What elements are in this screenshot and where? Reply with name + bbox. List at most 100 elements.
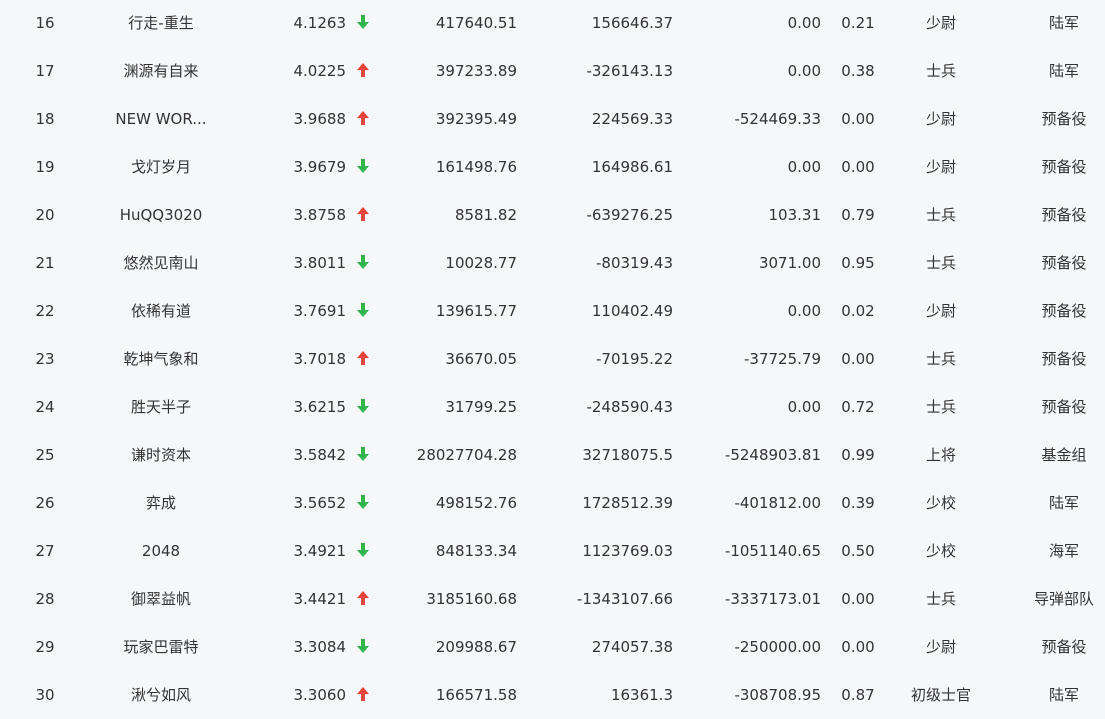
rank-cell: 26 [35, 494, 55, 512]
value-3-cell: 3071.00 [758, 254, 821, 272]
score-cell: 3.7018 [293, 350, 347, 368]
name-cell[interactable]: 渊源有自来 [90, 47, 232, 95]
branch-cell: 预备役 [1041, 206, 1087, 224]
name-cell[interactable]: 悠然见南山 [90, 239, 232, 287]
table-row[interactable]: 29 玩家巴雷特 3.3084 209988.67 274057.38 -250… [0, 623, 1105, 671]
score-cell: 3.3060 [293, 686, 347, 704]
value-3-cell: 0.00 [787, 14, 821, 32]
value-1-cell: 161498.76 [435, 158, 517, 176]
branch-cell: 预备役 [1041, 110, 1087, 128]
value-2-cell: -326143.13 [586, 62, 673, 80]
branch-cell: 基金组 [1041, 446, 1087, 464]
ranking-table: 16 行走-重生 4.1263 417640.51 156646.37 0.00… [0, 0, 1105, 719]
branch-cell: 陆军 [1048, 62, 1079, 80]
name-cell[interactable]: 御翠益帆 [90, 575, 232, 623]
name-cell[interactable]: 谦时资本 [90, 431, 232, 479]
military-rank-cell: 士兵 [925, 350, 956, 368]
arrow-down-icon [354, 383, 372, 431]
value-2-cell: 156646.37 [591, 14, 673, 32]
value-1-cell: 848133.34 [435, 542, 517, 560]
name-cell[interactable]: 依稀有道 [90, 287, 232, 335]
arrow-down-icon [354, 0, 372, 47]
value-3-cell: -37725.79 [744, 350, 821, 368]
table-row[interactable]: 17 渊源有自来 4.0225 397233.89 -326143.13 0.0… [0, 47, 1105, 95]
score-cell: 3.7691 [293, 302, 347, 320]
table-row[interactable]: 16 行走-重生 4.1263 417640.51 156646.37 0.00… [0, 0, 1105, 47]
value-1-cell: 28027704.28 [416, 446, 517, 464]
name-cell[interactable]: 戈灯岁月 [90, 143, 232, 191]
table-row[interactable]: 22 依稀有道 3.7691 139615.77 110402.49 0.00 … [0, 287, 1105, 335]
value-1-cell: 36670.05 [445, 350, 517, 368]
branch-cell: 导弹部队 [1033, 590, 1094, 608]
name-cell[interactable]: 行走-重生 [90, 0, 232, 47]
value-2-cell: -248590.43 [586, 398, 673, 416]
rank-cell: 24 [35, 398, 55, 416]
value-2-cell: 224569.33 [591, 110, 673, 128]
value-2-cell: 32718075.5 [582, 446, 673, 464]
name-cell[interactable]: NEW WOR... [90, 95, 232, 143]
military-rank-cell: 少校 [925, 542, 956, 560]
table-row[interactable]: 24 胜天半子 3.6215 31799.25 -248590.43 0.00 … [0, 383, 1105, 431]
value-2-cell: 164986.61 [591, 158, 673, 176]
branch-cell: 预备役 [1041, 302, 1087, 320]
branch-cell: 海军 [1048, 542, 1079, 560]
table-row[interactable]: 23 乾坤气象和 3.7018 36670.05 -70195.22 -3772… [0, 335, 1105, 383]
name-cell[interactable]: 弈成 [90, 479, 232, 527]
table-row[interactable]: 20 HuQQ3020 3.8758 8581.82 -639276.25 10… [0, 191, 1105, 239]
value-1-cell: 166571.58 [435, 686, 517, 704]
score-cell: 3.6215 [293, 398, 347, 416]
table-row[interactable]: 26 弈成 3.5652 498152.76 1728512.39 -40181… [0, 479, 1105, 527]
table-row[interactable]: 30 湫兮如风 3.3060 166571.58 16361.3 -308708… [0, 671, 1105, 719]
value-2-cell: 1123769.03 [582, 542, 673, 560]
rank-cell: 25 [35, 446, 55, 464]
name-cell[interactable]: 2048 [90, 527, 232, 575]
value-1-cell: 397233.89 [435, 62, 517, 80]
value-2-cell: -80319.43 [596, 254, 673, 272]
table-row[interactable]: 19 戈灯岁月 3.9679 161498.76 164986.61 0.00 … [0, 143, 1105, 191]
arrow-up-icon [354, 191, 372, 239]
value-3-cell: 0.00 [787, 158, 821, 176]
rank-cell: 29 [35, 638, 55, 656]
value-1-cell: 417640.51 [435, 14, 517, 32]
arrow-down-icon [354, 623, 372, 671]
rank-cell: 23 [35, 350, 55, 368]
value-2-cell: -639276.25 [586, 206, 673, 224]
rank-cell: 21 [35, 254, 55, 272]
value-2-cell: 274057.38 [591, 638, 673, 656]
score-cell: 3.5652 [293, 494, 347, 512]
table-row[interactable]: 18 NEW WOR... 3.9688 392395.49 224569.33… [0, 95, 1105, 143]
score-cell: 3.4921 [293, 542, 347, 560]
branch-cell: 预备役 [1041, 158, 1087, 176]
rank-cell: 17 [35, 62, 55, 80]
arrow-up-icon [354, 47, 372, 95]
name-cell[interactable]: 玩家巴雷特 [90, 623, 232, 671]
military-rank-cell: 少尉 [925, 110, 956, 128]
score-cell: 3.8011 [293, 254, 347, 272]
value-1-cell: 31799.25 [445, 398, 517, 416]
branch-cell: 预备役 [1041, 254, 1087, 272]
military-rank-cell: 少尉 [925, 638, 956, 656]
value-3-cell: 0.00 [787, 398, 821, 416]
rank-cell: 19 [35, 158, 55, 176]
score-cell: 3.4421 [293, 590, 347, 608]
branch-cell: 陆军 [1048, 14, 1079, 32]
rank-cell: 20 [35, 206, 55, 224]
table-row[interactable]: 27 2048 3.4921 848133.34 1123769.03 -105… [0, 527, 1105, 575]
name-cell[interactable]: HuQQ3020 [90, 191, 232, 239]
table-row[interactable]: 25 谦时资本 3.5842 28027704.28 32718075.5 -5… [0, 431, 1105, 479]
military-rank-cell: 少尉 [925, 158, 956, 176]
score-cell: 4.1263 [293, 14, 347, 32]
rank-cell: 27 [35, 542, 55, 560]
arrow-down-icon [354, 479, 372, 527]
table-row[interactable]: 28 御翠益帆 3.4421 3185160.68 -1343107.66 -3… [0, 575, 1105, 623]
arrow-up-icon [354, 671, 372, 719]
name-cell[interactable]: 湫兮如风 [90, 671, 232, 719]
value-3-cell: -308708.95 [734, 686, 821, 704]
name-cell[interactable]: 胜天半子 [90, 383, 232, 431]
name-cell[interactable]: 乾坤气象和 [90, 335, 232, 383]
rank-cell: 16 [35, 14, 55, 32]
value-2-cell: 1728512.39 [582, 494, 673, 512]
value-2-cell: -1343107.66 [576, 590, 673, 608]
score-cell: 3.5842 [293, 446, 347, 464]
table-row[interactable]: 21 悠然见南山 3.8011 10028.77 -80319.43 3071.… [0, 239, 1105, 287]
